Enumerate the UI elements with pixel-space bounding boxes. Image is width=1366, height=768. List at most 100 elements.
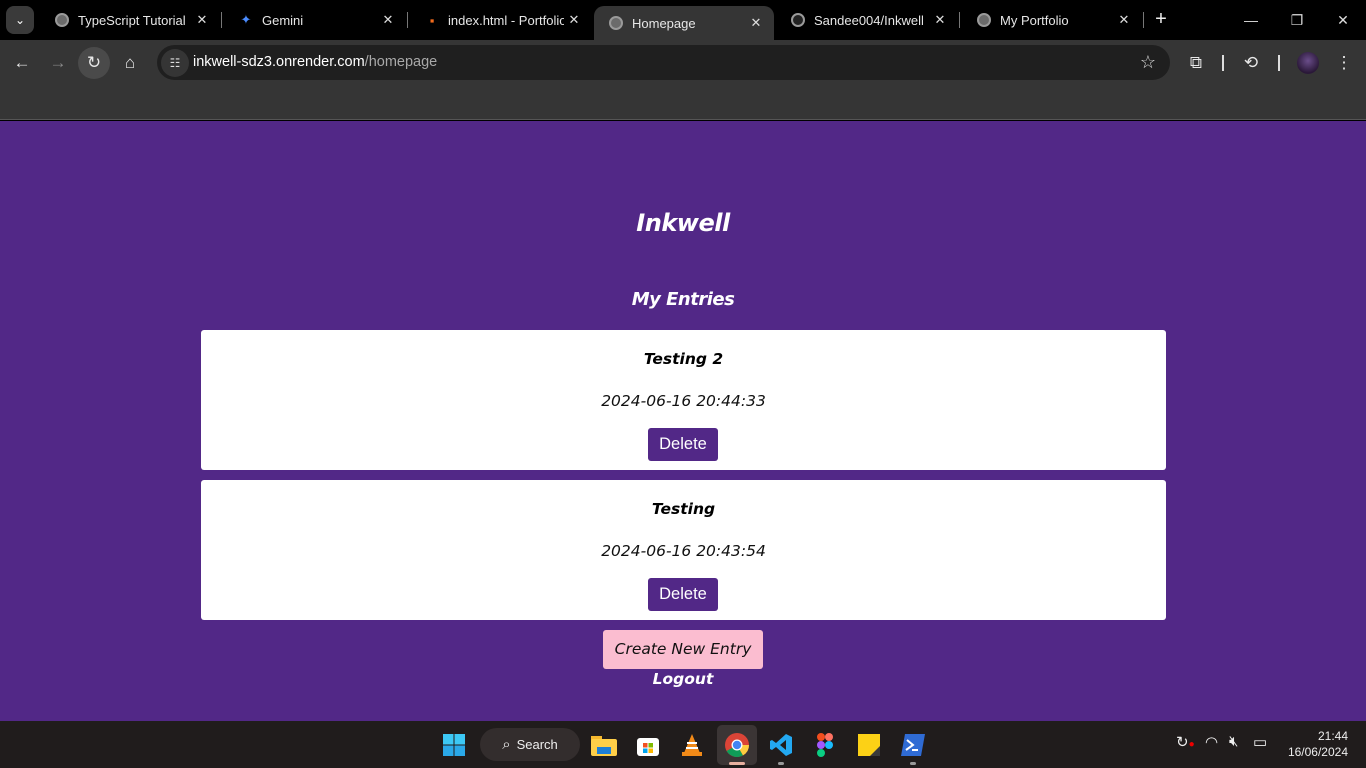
tab-index-html[interactable]: ▪ index.html - Portfolio ✕	[410, 0, 592, 40]
bookmark-star-icon[interactable]: ☆	[1140, 52, 1156, 73]
windows-icon	[443, 734, 465, 756]
tab-github-inkwell[interactable]: Sandee004/Inkwell ✕	[776, 0, 958, 40]
profile-avatar[interactable]	[1297, 52, 1319, 74]
site-info-button[interactable]: ☷	[161, 49, 189, 77]
close-window-button[interactable]: ✕	[1320, 0, 1366, 40]
puzzle-icon: ⧉	[1189, 53, 1203, 72]
restore-button[interactable]: ❐	[1274, 0, 1320, 40]
start-button[interactable]	[438, 729, 470, 761]
entry-title: Testing	[651, 500, 716, 518]
figma-icon	[817, 733, 833, 757]
tab-divider	[407, 12, 408, 28]
clock-date: 16/06/2024	[1287, 745, 1348, 759]
reload-button[interactable]: ↻	[78, 47, 110, 79]
tab-gemini[interactable]: ✦ Gemini ✕	[224, 0, 406, 40]
bookmark-bar	[0, 86, 1366, 120]
history-icon: ⟲	[1243, 53, 1259, 72]
arrow-right-icon: →	[49, 53, 67, 72]
vlc-button[interactable]	[676, 729, 708, 761]
extensions-button[interactable]: ⧉	[1181, 48, 1211, 78]
delete-button[interactable]: Delete	[648, 428, 718, 461]
vlc-icon	[682, 734, 702, 756]
figma-button[interactable]	[809, 729, 841, 761]
clock[interactable]: 21:44 16/06/2024	[1288, 728, 1348, 760]
running-indicator	[729, 762, 745, 765]
tab-search-button[interactable]: ⌄	[6, 6, 34, 34]
tab-my-portfolio[interactable]: My Portfolio ✕	[962, 0, 1142, 40]
tab-typescript-tutorial[interactable]: TypeScript Tutorial ✕	[40, 0, 220, 40]
search-icon: ⌕	[502, 736, 511, 753]
menu-button[interactable]: ⋮	[1329, 48, 1359, 78]
terminal-icon	[901, 734, 925, 756]
close-icon[interactable]: ✕	[1114, 12, 1134, 28]
clock-time: 21:44	[1317, 729, 1348, 743]
plus-icon: +	[1155, 8, 1167, 30]
home-button[interactable]: ⌂	[114, 47, 146, 79]
toolbar-divider	[1278, 55, 1280, 71]
home-icon: ⌂	[124, 53, 136, 72]
tab-homepage[interactable]: Homepage ✕	[594, 6, 774, 40]
running-indicator	[910, 762, 916, 765]
tab-divider	[959, 12, 960, 28]
volume-muted-icon[interactable]: 🔇︎	[1229, 733, 1238, 750]
github-icon	[790, 12, 806, 28]
new-tab-button[interactable]: +	[1150, 8, 1172, 30]
wifi-icon[interactable]: ◠	[1205, 733, 1218, 751]
close-icon: ✕	[1337, 11, 1349, 28]
tab-divider	[221, 12, 222, 28]
running-indicator	[778, 762, 784, 765]
vscode-button[interactable]	[765, 729, 797, 765]
gemini-icon: ✦	[240, 12, 252, 27]
code-editor-icon: ▪	[429, 12, 435, 28]
store-icon	[637, 738, 659, 756]
url-text[interactable]: inkwell-sdz3.onrender.com/homepage	[193, 54, 437, 70]
tab-title: index.html - Portfolio	[448, 12, 564, 28]
logout-link[interactable]: Logout	[0, 670, 1366, 688]
chevron-down-icon: ⌄	[14, 13, 26, 27]
toolbar-divider	[1222, 55, 1224, 71]
tab-title: TypeScript Tutorial	[78, 12, 186, 28]
create-new-entry-button[interactable]: Create New Entry	[603, 630, 763, 669]
entry-date: 2024-06-16 20:43:54	[601, 542, 766, 560]
close-icon[interactable]: ✕	[564, 12, 584, 28]
arrow-left-icon: ←	[13, 53, 31, 72]
url-path: /homepage	[364, 54, 438, 70]
entry-title: Testing 2	[643, 350, 724, 368]
close-icon[interactable]: ✕	[930, 12, 950, 28]
reload-icon: ↻	[86, 53, 102, 72]
tab-title: Sandee004/Inkwell	[814, 12, 924, 28]
chrome-button[interactable]	[717, 725, 757, 765]
back-button[interactable]: ←	[6, 47, 38, 79]
more-vert-icon: ⋮	[1335, 53, 1353, 72]
taskbar: ⌕ Search ↻● ◠ 🔇︎ ▭ 21:44 16/06/2024	[0, 721, 1366, 768]
delete-button[interactable]: Delete	[648, 578, 718, 611]
close-icon[interactable]: ✕	[192, 12, 212, 28]
section-title: My Entries	[631, 289, 735, 310]
battery-icon[interactable]: ▭	[1253, 733, 1267, 751]
address-bar[interactable]: ☷ inkwell-sdz3.onrender.com/homepage ☆	[157, 45, 1170, 80]
sticky-notes-button[interactable]	[853, 729, 885, 761]
minimize-button[interactable]: —	[1228, 0, 1274, 40]
taskbar-search[interactable]: ⌕ Search	[480, 728, 580, 761]
url-host: inkwell-sdz3.onrender.com	[193, 54, 365, 70]
history-button[interactable]: ⟲	[1236, 48, 1266, 78]
close-icon[interactable]: ✕	[378, 12, 398, 28]
restore-icon: ❐	[1290, 11, 1304, 28]
minimize-icon: —	[1244, 12, 1258, 28]
file-explorer-button[interactable]	[588, 729, 620, 761]
entry-card: Testing 2024-06-16 20:43:54 Delete	[201, 480, 1166, 620]
store-button[interactable]	[632, 729, 664, 761]
globe-icon	[608, 15, 624, 31]
tab-strip: ⌄ TypeScript Tutorial ✕ ✦ Gemini ✕ ▪ ind…	[0, 0, 1366, 40]
forward-button[interactable]: →	[42, 47, 74, 79]
tab-divider	[1143, 12, 1144, 28]
globe-icon	[54, 12, 70, 28]
app-title: Inkwell	[636, 209, 730, 237]
close-icon[interactable]: ✕	[746, 15, 766, 31]
entry-card: Testing 2 2024-06-16 20:44:33 Delete	[201, 330, 1166, 470]
page-content: Inkwell My Entries Testing 2 2024-06-16 …	[0, 121, 1366, 721]
powershell-button[interactable]	[897, 729, 929, 765]
sync-icon[interactable]: ↻●	[1176, 733, 1195, 751]
tune-icon: ☷	[169, 56, 181, 70]
globe-icon	[976, 12, 992, 28]
